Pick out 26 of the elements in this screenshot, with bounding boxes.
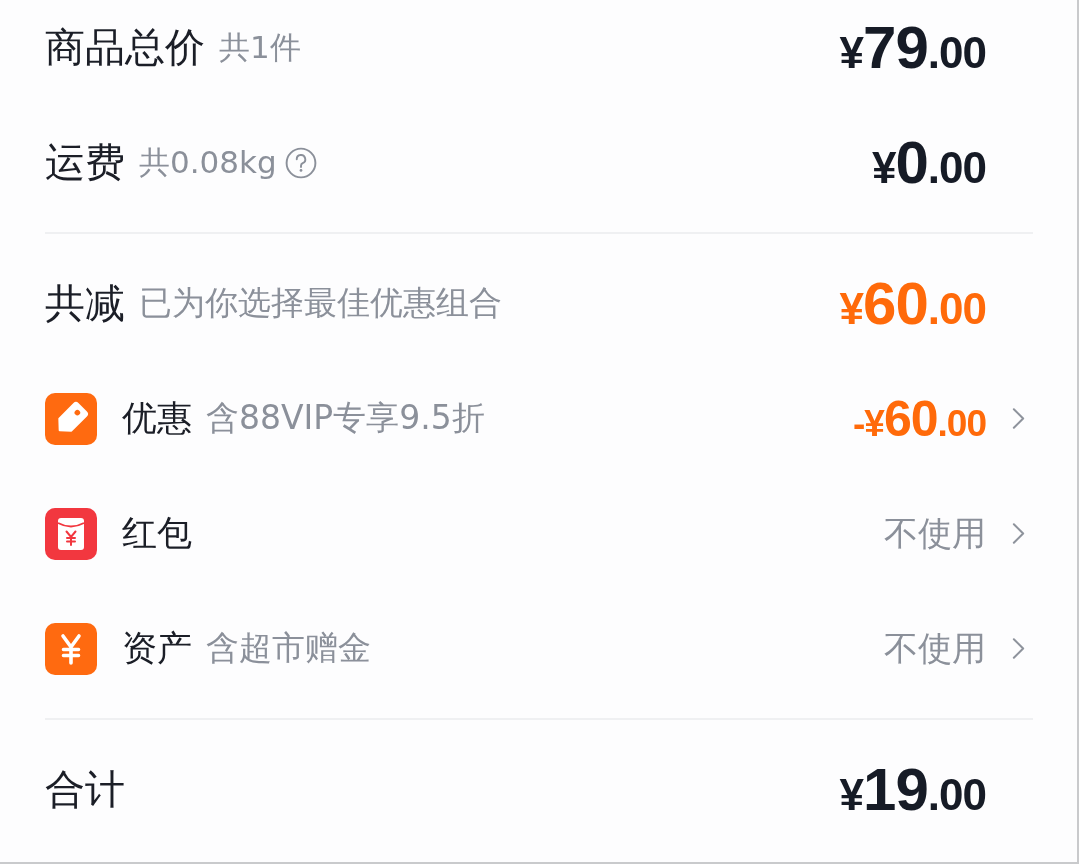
total-amount: ¥19.00 (839, 759, 986, 820)
benefit-amount[interactable]: -¥60.00 (853, 393, 986, 444)
discount-note: 已为你选择最佳优惠组合 (139, 282, 502, 324)
benefit-label: 红包 (122, 512, 192, 555)
chevron-right-icon[interactable] (1012, 522, 1025, 545)
benefit-label: 优惠 (122, 397, 192, 440)
yen-icon (45, 622, 97, 675)
row-label: 商品总价 (45, 23, 205, 72)
row-label: 运费 (45, 138, 125, 187)
benefit-option[interactable]: 不使用 (884, 625, 986, 672)
discount-label: 共减 (45, 279, 125, 328)
price-amount: ¥0.00 (871, 132, 986, 193)
total-label: 合计 (45, 765, 125, 814)
row-note: 共0.08kg (139, 142, 277, 182)
row-note: 共1件 (219, 27, 301, 67)
benefit-option[interactable]: 不使用 (884, 510, 986, 557)
tag-icon (45, 392, 97, 445)
chevron-right-icon[interactable] (1012, 407, 1025, 430)
price-amount: ¥79.00 (839, 17, 986, 78)
envelope-icon (45, 507, 97, 560)
benefit-label: 资产 (122, 627, 192, 670)
benefit-note: 含超市赠金 (206, 627, 371, 669)
help-icon[interactable] (284, 146, 317, 179)
benefit-note: 含88VIP专享9.5折 (206, 397, 485, 439)
discount-amount: ¥60.00 (839, 273, 986, 334)
chevron-right-icon[interactable] (1012, 637, 1025, 660)
